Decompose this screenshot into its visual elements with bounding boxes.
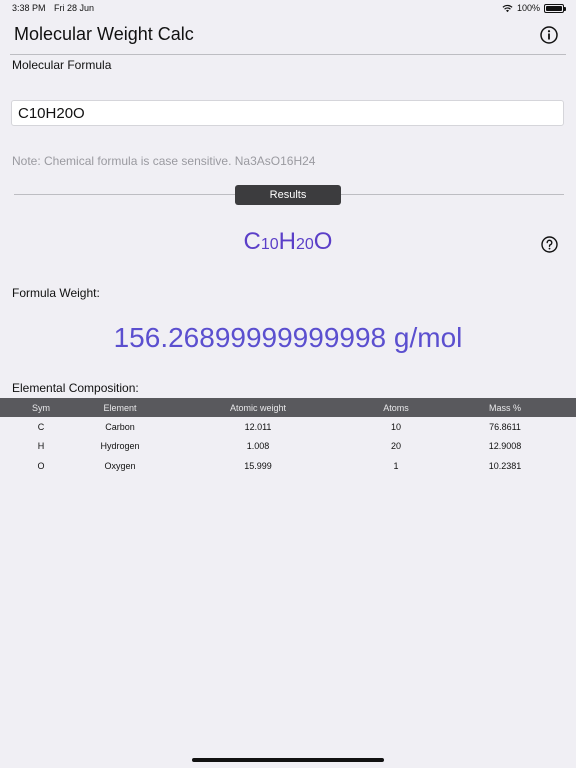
formula-element: C — [243, 228, 261, 255]
home-indicator — [192, 758, 384, 762]
formula-element: H — [278, 228, 296, 255]
cell-element: Oxygen — [104, 460, 136, 471]
status-right: 100% — [502, 3, 566, 13]
status-time: 3:38 PM — [12, 3, 46, 13]
battery-fill — [546, 5, 562, 11]
cell-mass-percent: 12.9008 — [488, 441, 522, 452]
header-atomic-weight: Atomic weight — [229, 402, 287, 413]
status-date: Fri 28 Jun — [54, 3, 95, 13]
cell-mass-percent: 10.2381 — [488, 460, 522, 471]
cell-sym: C — [37, 421, 45, 432]
cell-atoms: 20 — [390, 441, 401, 452]
cell-atomic-weight: 1.008 — [246, 441, 270, 452]
question-circle-icon[interactable] — [541, 236, 558, 253]
cell-sym: O — [37, 460, 45, 471]
cell-atoms: 1 — [393, 460, 399, 471]
cell-element: Carbon — [105, 421, 135, 432]
status-bar: 3:38 PM Fri 28 Jun 100% — [0, 0, 576, 16]
battery-icon — [544, 3, 566, 13]
cell-sym: H — [37, 441, 45, 452]
header-sym: Sym — [32, 402, 50, 413]
cell-atomic-weight: 15.999 — [244, 460, 272, 471]
header-element: Element — [103, 402, 137, 413]
table-row: C Carbon 12.011 10 76.8611 — [0, 417, 576, 437]
formula-subscript: 10 — [260, 236, 279, 253]
results-divider: Results — [14, 185, 564, 205]
formula-element: O — [313, 228, 333, 255]
info-circle-icon[interactable] — [540, 26, 558, 44]
app-title: Molecular Weight Calc — [14, 24, 194, 44]
battery-percent: 100% — [516, 3, 540, 13]
cell-atoms: 10 — [390, 421, 401, 432]
header-mass-percent: Mass % — [488, 402, 521, 413]
results-badge: Results — [235, 185, 341, 205]
status-left: 3:38 PM Fri 28 Jun — [12, 3, 100, 13]
wifi-icon — [502, 4, 513, 12]
case-sensitivity-note: Note: Chemical formula is case sensitive… — [12, 154, 316, 168]
composition-label: Elemental Composition: — [12, 381, 139, 395]
formula-input[interactable] — [11, 100, 564, 126]
table-row: H Hydrogen 1.008 20 12.9008 — [0, 437, 576, 457]
header-atoms: Atoms — [383, 402, 409, 413]
formula-subscript: 20 — [296, 236, 314, 253]
cell-atomic-weight: 12.011 — [244, 421, 272, 432]
table-row: O Oxygen 15.999 1 10.2381 — [0, 456, 576, 476]
formula-display: C10H20O — [0, 228, 576, 256]
table-header: Sym Element Atomic weight Atoms Mass % — [0, 398, 576, 417]
cell-element: Hydrogen — [100, 441, 140, 452]
formula-weight-value: 156.26899999999998 g/mol — [113, 322, 463, 353]
composition-table: Sym Element Atomic weight Atoms Mass % C… — [0, 398, 576, 476]
formula-weight-label: Formula Weight: — [12, 286, 100, 300]
formula-label: Molecular Formula — [12, 58, 112, 72]
cell-mass-percent: 76.8611 — [489, 421, 521, 432]
title-divider — [10, 54, 566, 55]
